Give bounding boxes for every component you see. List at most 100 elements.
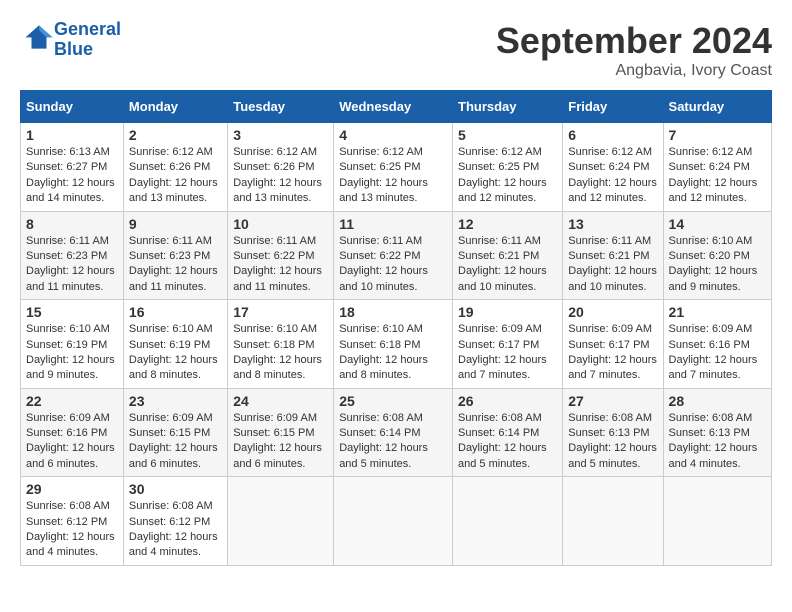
calendar-cell: 14 Sunrise: 6:10 AM Sunset: 6:20 PM Dayl… <box>663 211 771 300</box>
sunset-label: Sunset: 6:25 PM <box>458 161 539 173</box>
daylight-label: Daylight: 12 hours and 5 minutes. <box>568 442 657 469</box>
day-number: 21 <box>669 304 766 320</box>
day-number: 8 <box>26 216 118 232</box>
sunset-label: Sunset: 6:24 PM <box>669 161 750 173</box>
logo-icon <box>24 22 54 52</box>
day-number: 12 <box>458 216 557 232</box>
sunrise-label: Sunrise: 6:12 AM <box>339 146 423 158</box>
daylight-label: Daylight: 12 hours and 7 minutes. <box>458 354 547 381</box>
day-info: Sunrise: 6:12 AM Sunset: 6:25 PM Dayligh… <box>458 145 557 207</box>
sunset-label: Sunset: 6:20 PM <box>669 250 750 262</box>
day-info: Sunrise: 6:12 AM Sunset: 6:26 PM Dayligh… <box>129 145 222 207</box>
title-area: September 2024 Angbavia, Ivory Coast <box>496 20 772 80</box>
calendar-cell: 3 Sunrise: 6:12 AM Sunset: 6:26 PM Dayli… <box>228 123 334 212</box>
sunrise-label: Sunrise: 6:11 AM <box>458 235 541 247</box>
daylight-label: Daylight: 12 hours and 7 minutes. <box>568 354 657 381</box>
day-info: Sunrise: 6:09 AM Sunset: 6:15 PM Dayligh… <box>233 411 328 473</box>
sunset-label: Sunset: 6:15 PM <box>129 427 210 439</box>
sunrise-label: Sunrise: 6:11 AM <box>339 235 422 247</box>
sunset-label: Sunset: 6:26 PM <box>129 161 210 173</box>
day-info: Sunrise: 6:08 AM Sunset: 6:13 PM Dayligh… <box>568 411 657 473</box>
calendar-cell: 5 Sunrise: 6:12 AM Sunset: 6:25 PM Dayli… <box>453 123 563 212</box>
sunrise-label: Sunrise: 6:09 AM <box>458 323 542 335</box>
sunrise-label: Sunrise: 6:11 AM <box>568 235 651 247</box>
sunrise-label: Sunrise: 6:10 AM <box>26 323 110 335</box>
day-info: Sunrise: 6:11 AM Sunset: 6:23 PM Dayligh… <box>26 234 118 296</box>
day-info: Sunrise: 6:08 AM Sunset: 6:14 PM Dayligh… <box>339 411 447 473</box>
day-number: 9 <box>129 216 222 232</box>
sunset-label: Sunset: 6:19 PM <box>129 339 210 351</box>
sunset-label: Sunset: 6:16 PM <box>669 339 750 351</box>
daylight-label: Daylight: 12 hours and 12 minutes. <box>669 177 758 204</box>
day-info: Sunrise: 6:10 AM Sunset: 6:18 PM Dayligh… <box>233 322 328 384</box>
day-number: 28 <box>669 393 766 409</box>
day-number: 24 <box>233 393 328 409</box>
calendar-header-row: SundayMondayTuesdayWednesdayThursdayFrid… <box>21 91 772 123</box>
day-number: 11 <box>339 216 447 232</box>
calendar-cell <box>228 477 334 566</box>
calendar-cell: 10 Sunrise: 6:11 AM Sunset: 6:22 PM Dayl… <box>228 211 334 300</box>
sunrise-label: Sunrise: 6:12 AM <box>129 146 213 158</box>
sunrise-label: Sunrise: 6:09 AM <box>26 412 110 424</box>
daylight-label: Daylight: 12 hours and 12 minutes. <box>458 177 547 204</box>
day-header-saturday: Saturday <box>663 91 771 123</box>
day-info: Sunrise: 6:09 AM Sunset: 6:15 PM Dayligh… <box>129 411 222 473</box>
week-row: 8 Sunrise: 6:11 AM Sunset: 6:23 PM Dayli… <box>21 211 772 300</box>
calendar-cell: 29 Sunrise: 6:08 AM Sunset: 6:12 PM Dayl… <box>21 477 124 566</box>
day-number: 10 <box>233 216 328 232</box>
calendar-cell: 2 Sunrise: 6:12 AM Sunset: 6:26 PM Dayli… <box>123 123 227 212</box>
calendar-table: SundayMondayTuesdayWednesdayThursdayFrid… <box>20 90 772 566</box>
sunrise-label: Sunrise: 6:10 AM <box>339 323 423 335</box>
day-number: 16 <box>129 304 222 320</box>
calendar-cell: 4 Sunrise: 6:12 AM Sunset: 6:25 PM Dayli… <box>334 123 453 212</box>
sunset-label: Sunset: 6:23 PM <box>26 250 107 262</box>
daylight-label: Daylight: 12 hours and 6 minutes. <box>233 442 322 469</box>
sunset-label: Sunset: 6:12 PM <box>129 516 210 528</box>
calendar-cell: 26 Sunrise: 6:08 AM Sunset: 6:14 PM Dayl… <box>453 388 563 477</box>
sunrise-label: Sunrise: 6:08 AM <box>339 412 423 424</box>
calendar-body: 1 Sunrise: 6:13 AM Sunset: 6:27 PM Dayli… <box>21 123 772 566</box>
day-info: Sunrise: 6:10 AM Sunset: 6:19 PM Dayligh… <box>129 322 222 384</box>
calendar-cell: 13 Sunrise: 6:11 AM Sunset: 6:21 PM Dayl… <box>563 211 663 300</box>
sunset-label: Sunset: 6:26 PM <box>233 161 314 173</box>
calendar-cell: 11 Sunrise: 6:11 AM Sunset: 6:22 PM Dayl… <box>334 211 453 300</box>
daylight-label: Daylight: 12 hours and 7 minutes. <box>669 354 758 381</box>
day-header-monday: Monday <box>123 91 227 123</box>
sunrise-label: Sunrise: 6:11 AM <box>26 235 109 247</box>
calendar-cell: 24 Sunrise: 6:09 AM Sunset: 6:15 PM Dayl… <box>228 388 334 477</box>
sunset-label: Sunset: 6:21 PM <box>458 250 539 262</box>
day-number: 25 <box>339 393 447 409</box>
daylight-label: Daylight: 12 hours and 10 minutes. <box>458 265 547 292</box>
day-number: 2 <box>129 127 222 143</box>
day-number: 30 <box>129 481 222 497</box>
day-number: 18 <box>339 304 447 320</box>
day-info: Sunrise: 6:08 AM Sunset: 6:12 PM Dayligh… <box>26 499 118 561</box>
daylight-label: Daylight: 12 hours and 5 minutes. <box>339 442 428 469</box>
sunrise-label: Sunrise: 6:10 AM <box>233 323 317 335</box>
daylight-label: Daylight: 12 hours and 13 minutes. <box>233 177 322 204</box>
week-row: 29 Sunrise: 6:08 AM Sunset: 6:12 PM Dayl… <box>21 477 772 566</box>
location: Angbavia, Ivory Coast <box>496 62 772 80</box>
day-info: Sunrise: 6:12 AM Sunset: 6:26 PM Dayligh… <box>233 145 328 207</box>
calendar-cell: 12 Sunrise: 6:11 AM Sunset: 6:21 PM Dayl… <box>453 211 563 300</box>
daylight-label: Daylight: 12 hours and 10 minutes. <box>568 265 657 292</box>
sunset-label: Sunset: 6:16 PM <box>26 427 107 439</box>
day-info: Sunrise: 6:11 AM Sunset: 6:21 PM Dayligh… <box>568 234 657 296</box>
calendar-cell <box>563 477 663 566</box>
calendar-cell: 8 Sunrise: 6:11 AM Sunset: 6:23 PM Dayli… <box>21 211 124 300</box>
day-header-wednesday: Wednesday <box>334 91 453 123</box>
sunrise-label: Sunrise: 6:10 AM <box>669 235 753 247</box>
sunrise-label: Sunrise: 6:09 AM <box>129 412 213 424</box>
sunrise-label: Sunrise: 6:10 AM <box>129 323 213 335</box>
day-number: 4 <box>339 127 447 143</box>
day-number: 3 <box>233 127 328 143</box>
sunrise-label: Sunrise: 6:09 AM <box>233 412 317 424</box>
calendar-cell: 16 Sunrise: 6:10 AM Sunset: 6:19 PM Dayl… <box>123 300 227 389</box>
day-info: Sunrise: 6:10 AM Sunset: 6:20 PM Dayligh… <box>669 234 766 296</box>
sunset-label: Sunset: 6:19 PM <box>26 339 107 351</box>
sunset-label: Sunset: 6:27 PM <box>26 161 107 173</box>
day-info: Sunrise: 6:11 AM Sunset: 6:21 PM Dayligh… <box>458 234 557 296</box>
daylight-label: Daylight: 12 hours and 13 minutes. <box>129 177 218 204</box>
calendar-cell: 7 Sunrise: 6:12 AM Sunset: 6:24 PM Dayli… <box>663 123 771 212</box>
day-number: 19 <box>458 304 557 320</box>
